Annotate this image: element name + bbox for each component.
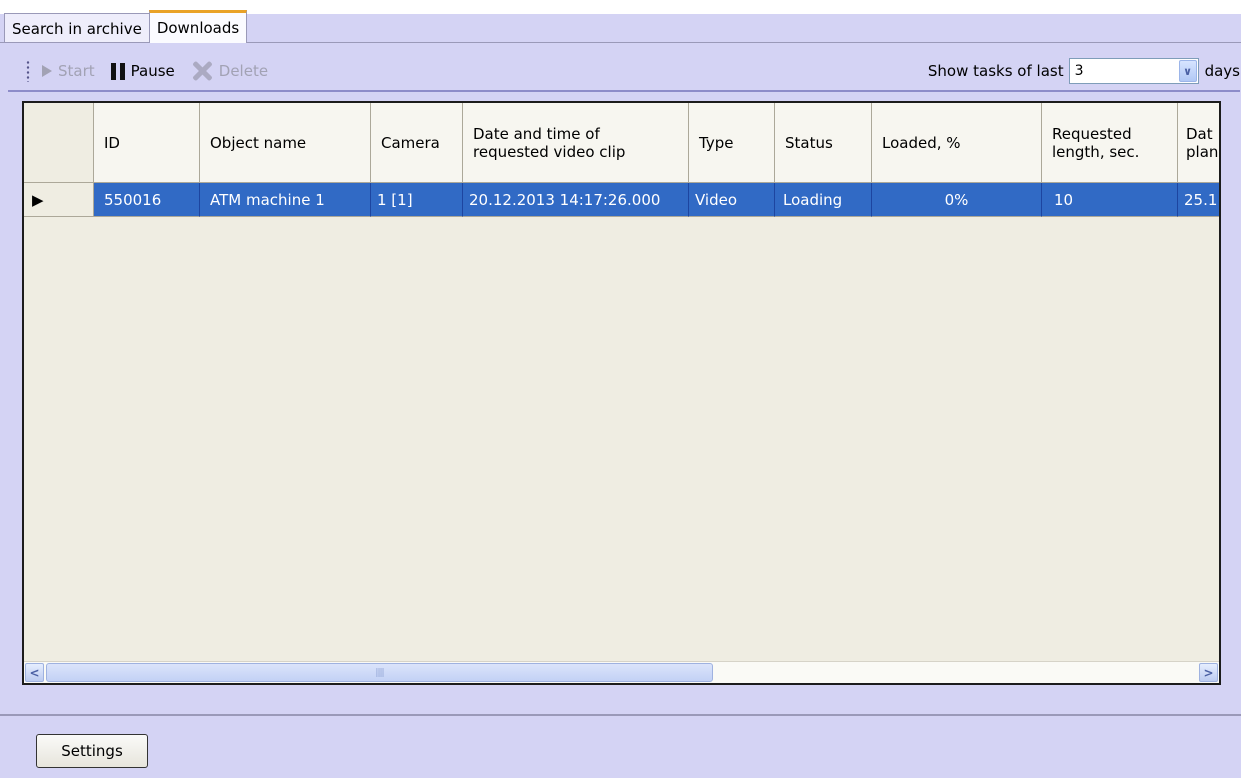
chevron-down-icon[interactable]: ∨: [1178, 60, 1197, 82]
tab-downloads[interactable]: Downloads: [148, 10, 248, 43]
column-header-type[interactable]: Type: [689, 103, 775, 183]
cell-date-time: 20.12.2013 14:17:26.000: [463, 183, 689, 217]
days-label: days: [1204, 62, 1240, 80]
cell-id: 550016: [94, 183, 200, 217]
cell-type: Video: [689, 183, 775, 217]
row-header-corner: [24, 103, 94, 183]
column-header-date-time[interactable]: Date and time of requested video clip: [463, 103, 689, 183]
row-selector-arrow-icon[interactable]: ▶: [24, 183, 94, 217]
table-row[interactable]: ▶ 550016 ATM machine 1 1 [1] 20.12.2013 …: [24, 183, 1219, 217]
tab-label: Downloads: [156, 19, 240, 37]
column-header-date-planned[interactable]: Dat plan: [1178, 103, 1219, 183]
tab-label: Search in archive: [12, 19, 142, 38]
pause-label: Pause: [130, 62, 175, 80]
delete-icon: [191, 60, 213, 82]
toolbar: Start Pause Delete Show tasks of last 3 …: [8, 52, 1240, 92]
column-header-object-name[interactable]: Object name: [200, 103, 371, 183]
horizontal-scrollbar[interactable]: < |||| >: [24, 661, 1219, 683]
column-header-loaded[interactable]: Loaded, %: [872, 103, 1042, 183]
toolbar-grip-icon[interactable]: [26, 60, 30, 82]
settings-button[interactable]: Settings: [36, 734, 148, 768]
settings-label: Settings: [61, 742, 123, 760]
cell-loaded: 0%: [872, 183, 1042, 217]
scroll-left-icon[interactable]: <: [25, 663, 44, 682]
tab-strip: Search in archive Downloads: [0, 10, 1241, 43]
pause-button[interactable]: Pause: [110, 62, 175, 80]
cell-date-planned: 25.1: [1178, 183, 1219, 217]
column-header-status[interactable]: Status: [775, 103, 872, 183]
days-select[interactable]: 3 ∨: [1068, 58, 1199, 84]
show-tasks-label: Show tasks of last: [927, 62, 1064, 80]
column-header-requested-length[interactable]: Requested length, sec.: [1042, 103, 1178, 183]
cell-camera: 1 [1]: [371, 183, 463, 217]
cell-object-name: ATM machine 1: [200, 183, 371, 217]
delete-label: Delete: [218, 62, 269, 80]
divider: [0, 714, 1241, 716]
pause-icon: [110, 62, 125, 80]
start-button[interactable]: Start: [42, 62, 95, 80]
column-header-camera[interactable]: Camera: [371, 103, 463, 183]
grid-content: ID Object name Camera Date and time of r…: [24, 103, 1219, 217]
scroll-right-icon[interactable]: >: [1199, 663, 1218, 682]
scroll-track[interactable]: ||||: [45, 663, 1198, 682]
column-header-id[interactable]: ID: [94, 103, 200, 183]
cell-status: Loading: [775, 183, 872, 217]
play-icon: [42, 65, 52, 77]
scroll-thumb[interactable]: ||||: [46, 663, 713, 682]
grid-header: ID Object name Camera Date and time of r…: [24, 103, 1219, 183]
days-select-value: 3: [1074, 63, 1084, 79]
cell-requested-length: 10: [1042, 183, 1178, 217]
delete-button[interactable]: Delete: [191, 60, 268, 82]
start-label: Start: [58, 62, 95, 80]
tab-search-in-archive[interactable]: Search in archive: [4, 13, 150, 43]
downloads-grid: ID Object name Camera Date and time of r…: [22, 101, 1221, 685]
days-filter: Show tasks of last 3 ∨ days: [928, 58, 1240, 84]
